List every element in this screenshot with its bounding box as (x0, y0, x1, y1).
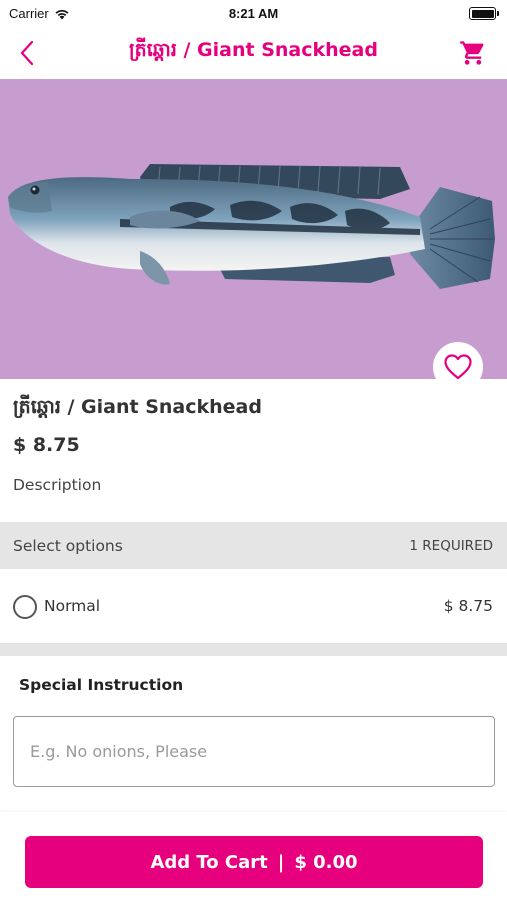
heart-outline-icon (444, 354, 472, 380)
add-to-cart-label: Add To Cart (150, 851, 268, 873)
status-time: 8:21 AM (228, 6, 279, 21)
add-to-cart-button[interactable]: Add To Cart | $ 0.00 (25, 836, 483, 888)
option-price: $ 8.75 (443, 597, 493, 615)
product-name: ត្រីឆ្ដោរ / Giant Snackhead (13, 396, 262, 418)
back-button[interactable] (12, 36, 42, 70)
option-label: Normal (44, 597, 101, 615)
special-instruction-title: Special Instruction (19, 676, 184, 694)
required-badge: 1 REQUIRED (409, 538, 493, 554)
radio-button[interactable] (13, 595, 37, 619)
product-price: $ 8.75 (13, 434, 80, 456)
shopping-cart-icon[interactable] (459, 39, 487, 67)
section-divider (0, 643, 507, 656)
cart-total: $ 0.00 (294, 851, 358, 873)
button-separator: | (277, 851, 285, 873)
status-bar: Carrier 8:21 AM (0, 0, 507, 28)
options-title: Select options (13, 537, 123, 555)
navigation-bar: ត្រីឆ្ដោរ / Giant Snackhead (0, 28, 507, 78)
page-title: ត្រីឆ្ដោរ / Giant Snackhead (129, 39, 378, 61)
options-header: Select options 1 REQUIRED (0, 522, 507, 569)
product-image (0, 79, 507, 379)
product-description: Description (13, 476, 102, 494)
battery-icon (469, 7, 499, 20)
favorite-button[interactable] (433, 342, 483, 392)
chevron-left-icon (20, 40, 34, 66)
fish-photo (8, 164, 495, 289)
option-row-normal[interactable]: Normal $ 8.75 (0, 569, 507, 643)
special-instruction-input[interactable] (13, 716, 495, 787)
